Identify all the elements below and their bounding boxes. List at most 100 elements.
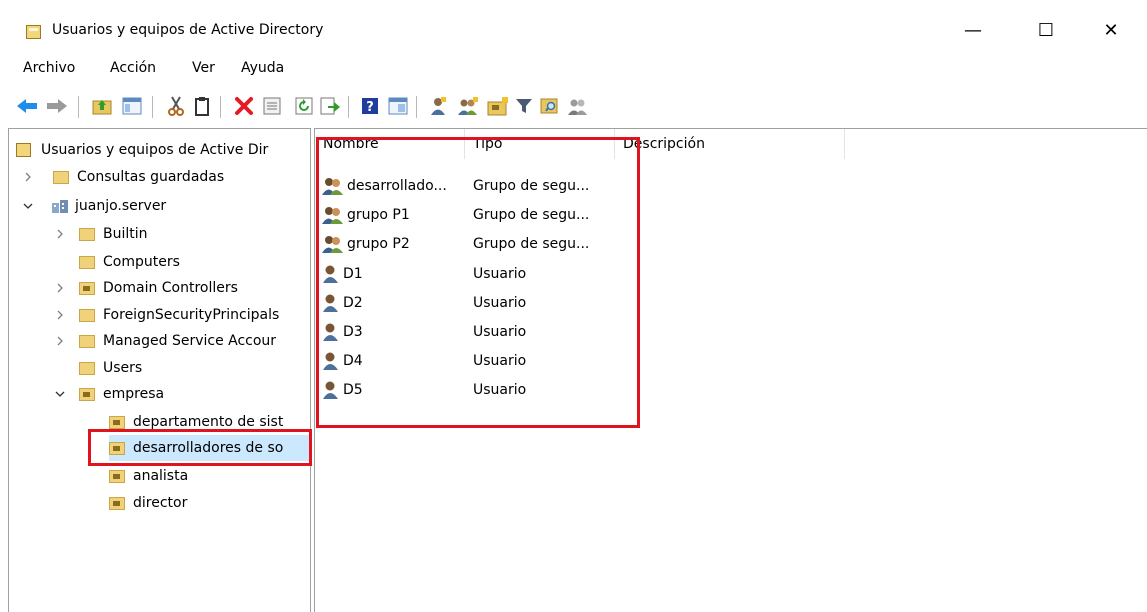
tree-item-label: departamento de sist [133, 414, 284, 430]
tree-item-computers[interactable]: Computers [79, 249, 180, 275]
menu-accion[interactable]: Acción [110, 60, 156, 76]
show-hide-tree-icon[interactable] [120, 94, 144, 118]
properties-icon[interactable] [260, 94, 284, 118]
tree-root[interactable]: Usuarios y equipos de Active Dir [16, 137, 268, 163]
tree-item-label: desarrolladores de so [133, 440, 284, 456]
new-ou-icon[interactable] [486, 94, 510, 118]
details-list[interactable]: Nombre Tipo Descripción desarrollado... … [314, 128, 1147, 612]
tree-item-label: juanjo.server [75, 198, 167, 214]
menu-bar: Archivo Acción Ver Ayuda [0, 60, 400, 84]
tree-item-consultas-guardadas[interactable]: Consultas guardadas [23, 164, 224, 190]
list-item[interactable]: D3 Usuario [315, 317, 715, 346]
folder-icon [53, 170, 69, 184]
tree-item-label: analista [133, 468, 189, 484]
ou-folder-icon [79, 387, 95, 401]
tree-item-builtin[interactable]: Builtin [55, 221, 148, 247]
tree-item-domain-controllers[interactable]: Domain Controllers [55, 275, 238, 301]
tree-item-label: director [133, 495, 188, 511]
column-header-tipo[interactable]: Tipo [465, 129, 615, 159]
item-type: Grupo de segu... [473, 177, 590, 194]
help-icon[interactable]: ? [358, 94, 382, 118]
security-group-icon [322, 177, 343, 195]
column-header-nombre[interactable]: Nombre [315, 129, 465, 159]
list-item[interactable]: D4 Usuario [315, 346, 715, 375]
tree-item-empresa[interactable]: empresa [55, 381, 164, 407]
new-group-icon[interactable] [456, 94, 480, 118]
tree-item-label: Computers [103, 254, 180, 270]
tree-item-departamento-de-sistemas[interactable]: departamento de sist [109, 409, 283, 435]
tree-item-label: Consultas guardadas [77, 169, 225, 185]
item-name: D1 [343, 265, 363, 282]
list-item[interactable]: grupo P2 Grupo de segu... [315, 229, 715, 258]
tree-item-desarrolladores-de-software[interactable]: desarrolladores de so [109, 435, 310, 461]
up-folder-icon[interactable] [90, 94, 114, 118]
active-directory-icon [16, 143, 31, 157]
refresh-icon[interactable] [292, 94, 316, 118]
domain-icon [52, 200, 68, 213]
list-item[interactable]: D5 Usuario [315, 375, 715, 404]
chevron-right-icon[interactable] [23, 172, 33, 182]
item-name: D5 [343, 381, 363, 398]
menu-archivo[interactable]: Archivo [23, 60, 75, 76]
cut-icon[interactable] [164, 94, 188, 118]
toolbar-separator [152, 96, 153, 118]
tree-item-director[interactable]: director [109, 490, 187, 516]
chevron-right-icon[interactable] [55, 283, 65, 293]
window-title: Usuarios y equipos de Active Directory [52, 22, 324, 38]
tree-item-foreign-security-principals[interactable]: ForeignSecurityPrincipals [55, 302, 279, 328]
tree-item-managed-service-accounts[interactable]: Managed Service Accour [55, 328, 276, 354]
details-view-icon[interactable] [386, 94, 410, 118]
user-icon [323, 265, 338, 283]
menu-ayuda[interactable]: Ayuda [241, 60, 284, 76]
tree-item-label: Managed Service Accour [103, 333, 277, 349]
chevron-right-icon[interactable] [55, 229, 65, 239]
tree-item-label: ForeignSecurityPrincipals [103, 307, 280, 323]
export-list-icon[interactable] [318, 94, 342, 118]
add-to-group-icon[interactable] [566, 94, 590, 118]
minimize-button[interactable]: — [950, 10, 996, 50]
tree-item-analista[interactable]: analista [109, 463, 188, 489]
chevron-right-icon[interactable] [55, 336, 65, 346]
tree-item-juanjo-server[interactable]: juanjo.server [23, 193, 166, 219]
tree-item-label: empresa [103, 386, 165, 402]
user-icon [323, 352, 338, 370]
forward-arrow-icon[interactable] [45, 94, 69, 118]
chevron-down-icon[interactable] [55, 389, 65, 399]
find-icon[interactable] [538, 94, 562, 118]
delete-icon[interactable] [232, 94, 256, 118]
copy-icon[interactable] [190, 94, 214, 118]
user-icon [323, 323, 338, 341]
item-type: Usuario [473, 352, 527, 369]
column-header-descripcion[interactable]: Descripción [615, 129, 845, 159]
console-tree[interactable]: Usuarios y equipos de Active Dir Consult… [8, 128, 311, 612]
chevron-right-icon[interactable] [55, 310, 65, 320]
ou-folder-icon [109, 441, 125, 455]
filter-icon[interactable] [512, 94, 536, 118]
toolbar-separator [416, 96, 417, 118]
menu-ver[interactable]: Ver [192, 60, 215, 76]
item-type: Usuario [473, 323, 527, 340]
toolbar: ? [0, 94, 900, 124]
security-group-icon [322, 235, 343, 253]
tree-item-label: Builtin [103, 226, 148, 242]
list-item[interactable]: grupo P1 Grupo de segu... [315, 200, 715, 229]
active-directory-app-icon [26, 25, 41, 39]
list-item[interactable]: desarrollado... Grupo de segu... [315, 171, 715, 200]
close-button[interactable]: ✕ [1088, 10, 1134, 50]
maximize-button[interactable]: ☐ [1023, 10, 1069, 50]
security-group-icon [322, 206, 343, 224]
tree-item-users[interactable]: Users [79, 355, 142, 381]
back-arrow-icon[interactable] [15, 94, 39, 118]
list-item[interactable]: D1 Usuario [315, 259, 715, 288]
chevron-down-icon[interactable] [23, 201, 33, 211]
list-item[interactable]: D2 Usuario [315, 288, 715, 317]
folder-icon [79, 227, 95, 241]
item-type: Usuario [473, 294, 527, 311]
item-type: Usuario [473, 265, 527, 282]
toolbar-separator [348, 96, 349, 118]
user-icon [323, 381, 338, 399]
item-name: grupo P2 [347, 235, 410, 252]
item-name: D2 [343, 294, 363, 311]
ou-folder-icon [79, 281, 95, 295]
new-user-icon[interactable] [426, 94, 450, 118]
